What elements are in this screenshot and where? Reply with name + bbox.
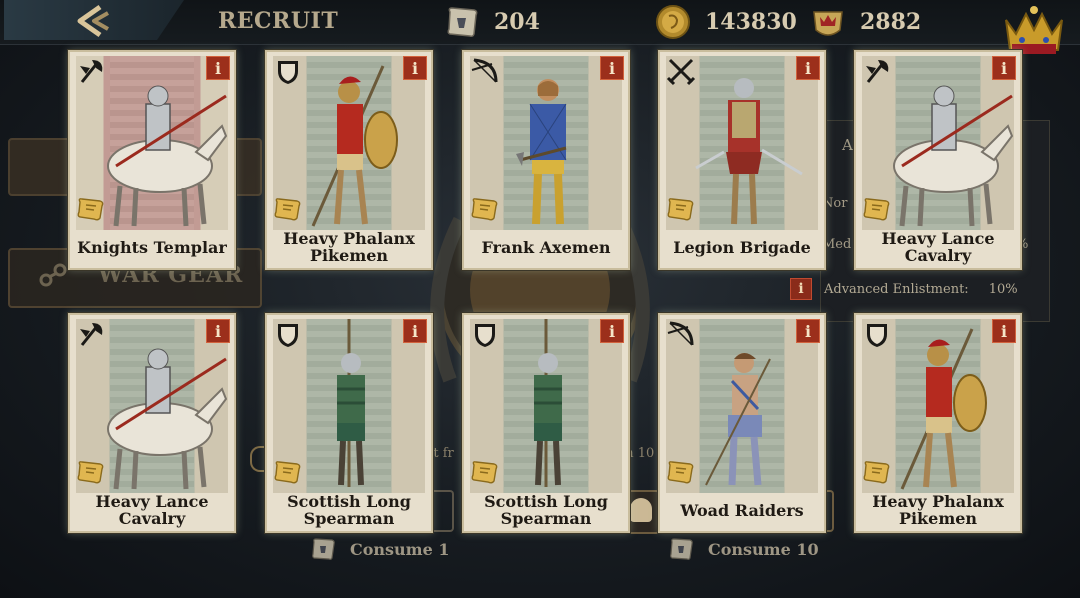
scroll-icon — [667, 461, 694, 484]
info-icon[interactable]: i — [992, 56, 1016, 80]
crown-resource: 2882 — [810, 4, 921, 40]
unit-name: Legion Brigade — [673, 237, 811, 257]
scroll-icon — [471, 198, 498, 221]
consume-one-label: Consume 1 — [350, 539, 450, 559]
consume-ten-label: Consume 10 — [708, 539, 819, 559]
scroll-icon — [447, 7, 478, 37]
scroll-icon — [670, 538, 693, 560]
unit-name: Scottish Long Spearman — [287, 492, 411, 528]
scroll-icon — [863, 198, 890, 221]
back-arrow-icon — [77, 4, 109, 38]
scroll-icon — [312, 538, 335, 560]
back-button[interactable] — [4, 0, 194, 44]
info-icon[interactable]: i — [600, 56, 624, 80]
recruit-one-frame — [430, 490, 454, 532]
unit-name: Heavy Phalanx Pikemen — [283, 229, 415, 265]
scroll-icon — [274, 198, 301, 221]
unit-name: Knights Templar — [77, 237, 227, 257]
page-title: RECRUIT — [218, 8, 339, 34]
axe-banner-icon — [866, 60, 889, 83]
consume-one[interactable]: Consume 1 — [310, 536, 450, 562]
unit-card[interactable]: i Scottish Long Spearman — [265, 313, 433, 533]
shield-icon — [475, 324, 495, 347]
consume-ten[interactable]: Consume 10 — [668, 536, 819, 562]
info-icon[interactable]: i — [206, 56, 230, 80]
scroll-icon — [863, 461, 890, 484]
bonus-row-medium: Med — [822, 237, 852, 252]
scroll-count: 204 — [494, 9, 540, 35]
shield-icon — [278, 324, 298, 347]
unit-card[interactable]: i Heavy Phalanx Pikemen — [854, 313, 1022, 533]
scroll-resource: 204 — [444, 4, 540, 40]
info-icon[interactable]: i — [790, 278, 812, 300]
scroll-icon — [77, 461, 104, 484]
crossed-swords-icon — [666, 58, 696, 86]
unit-card[interactable]: i Woad Raiders — [658, 313, 826, 533]
unit-name: Heavy Lance Cavalry — [95, 492, 209, 528]
info-icon[interactable]: i — [403, 319, 427, 343]
unit-card[interactable]: i Knights Templar — [68, 50, 236, 270]
unit-card[interactable]: i Frank Axemen — [462, 50, 630, 270]
crown-badge-icon — [813, 11, 843, 36]
gold-resource: 143830 — [655, 4, 797, 40]
bonus-heading-partial: A — [842, 136, 853, 154]
unit-name: Heavy Lance Cavalry — [881, 229, 995, 265]
unit-card[interactable]: i Heavy Lance Cavalry — [68, 313, 236, 533]
bow-icon — [471, 58, 498, 83]
unit-name: Woad Raiders — [680, 500, 804, 520]
unit-name: Scottish Long Spearman — [484, 492, 608, 528]
unit-name: Frank Axemen — [481, 237, 611, 257]
bow-icon — [667, 321, 694, 346]
unit-card[interactable]: i Scottish Long Spearman — [462, 313, 630, 533]
scroll-icon — [274, 461, 301, 484]
scroll-icon — [77, 198, 104, 221]
axe-banner-icon — [80, 60, 103, 83]
advanced-enlistment-label: Advanced Enlistment: — [824, 281, 969, 297]
scroll-icon — [471, 461, 498, 484]
info-icon[interactable]: i — [403, 56, 427, 80]
info-icon[interactable]: i — [992, 319, 1016, 343]
war-gear-icon — [39, 263, 67, 287]
unit-card[interactable]: i Legion Brigade — [658, 50, 826, 270]
gold-count: 143830 — [705, 9, 797, 35]
top-bar: RECRUIT 204 143830 2882 — [0, 0, 1080, 54]
info-icon[interactable]: i — [796, 319, 820, 343]
info-icon[interactable]: i — [796, 56, 820, 80]
unit-name: Heavy Phalanx Pikemen — [872, 492, 1004, 528]
info-icon[interactable]: i — [206, 319, 230, 343]
shield-icon — [278, 61, 298, 84]
crown-count: 2882 — [860, 9, 922, 35]
info-icon[interactable]: i — [600, 319, 624, 343]
gold-coin-icon — [656, 5, 690, 39]
advanced-enlistment-row: i Advanced Enlistment: 10% — [790, 278, 1018, 300]
shield-icon — [867, 324, 887, 347]
scroll-icon — [667, 198, 694, 221]
axe-banner-icon — [80, 323, 103, 346]
advanced-enlistment-value: 10% — [988, 281, 1018, 297]
unit-card[interactable]: i Heavy Lance Cavalry — [854, 50, 1022, 270]
unit-card[interactable]: i Heavy Phalanx Pikemen — [265, 50, 433, 270]
